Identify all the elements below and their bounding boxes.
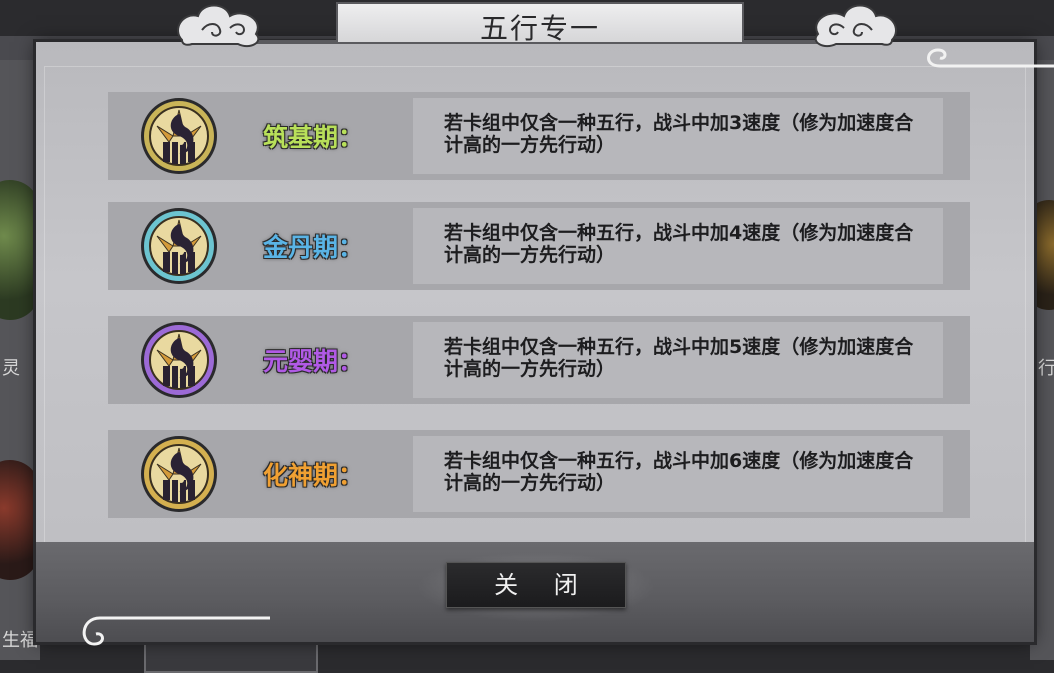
realm-row: 筑基期： 若卡组中仅含一种五行，战斗中加3速度（修为加速度合计高的一方先行动） — [108, 92, 970, 180]
swirl-decoration-top-right-icon — [927, 48, 1054, 68]
realm-description: 若卡组中仅含一种五行，战斗中加6速度（修为加速度合计高的一方先行动） — [444, 450, 914, 494]
realm-description: 若卡组中仅含一种五行，战斗中加5速度（修为加速度合计高的一方先行动） — [444, 336, 914, 380]
realm-label: 化神期： — [263, 461, 364, 490]
five-elements-medal-icon — [141, 98, 217, 174]
background-card-left-2 — [0, 460, 40, 580]
background-text-left-2: 生福 — [2, 630, 38, 651]
realm-description: 若卡组中仅含一种五行，战斗中加4速度（修为加速度合计高的一方先行动） — [444, 222, 914, 266]
realm-label: 金丹期： — [263, 233, 364, 262]
realm-row: 化神期： 若卡组中仅含一种五行，战斗中加6速度（修为加速度合计高的一方先行动） — [108, 430, 970, 518]
five-elements-medal-icon — [141, 436, 217, 512]
cloud-ornament-right-icon — [814, 4, 897, 48]
swirl-decoration-bottom-left-icon — [82, 616, 270, 646]
realm-label: 元婴期： — [263, 347, 364, 376]
background-card-left — [0, 180, 40, 320]
cloud-ornament-left-icon — [177, 4, 260, 48]
five-elements-medal-icon — [141, 322, 217, 398]
dialog-title: 五行专一 — [479, 12, 600, 45]
background-text-left: 灵 — [2, 358, 20, 379]
realm-description: 若卡组中仅含一种五行，战斗中加3速度（修为加速度合计高的一方先行动） — [444, 112, 914, 156]
realm-row: 金丹期： 若卡组中仅含一种五行，战斗中加4速度（修为加速度合计高的一方先行动） — [108, 202, 970, 290]
dialog-title-plate: 五行专一 — [336, 2, 744, 45]
five-elements-medal-icon — [141, 208, 217, 284]
realm-label: 筑基期： — [263, 123, 364, 152]
realm-row: 元婴期： 若卡组中仅含一种五行，战斗中加5速度（修为加速度合计高的一方先行动） — [108, 316, 970, 404]
background-text-right: 行 — [1038, 358, 1054, 379]
close-button[interactable]: 关 闭 — [446, 562, 626, 608]
